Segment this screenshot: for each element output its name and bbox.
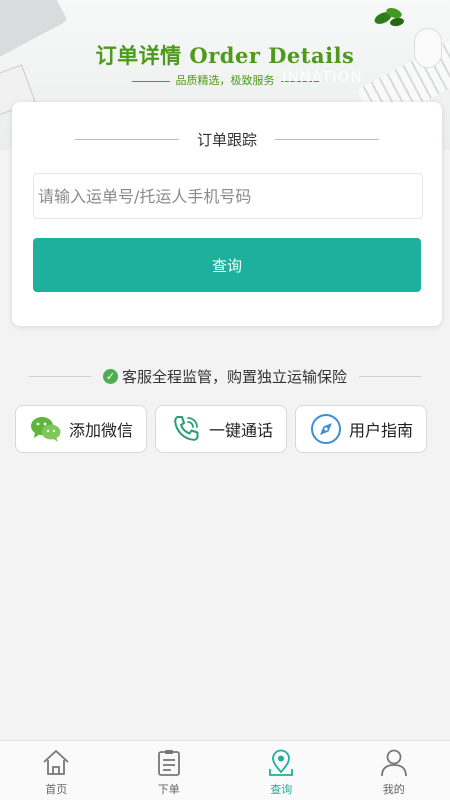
user-icon bbox=[380, 749, 407, 777]
tab-query[interactable]: 查询 bbox=[225, 741, 338, 800]
service-notice: ✓ 客服全程监管，购置独立运输保险 bbox=[0, 364, 450, 388]
banner-title: 订单详情 Order Details bbox=[95, 43, 355, 68]
add-wechat-label: 添加微信 bbox=[68, 421, 133, 440]
location-icon bbox=[269, 749, 294, 776]
tab-profile-label: 我的 bbox=[382, 783, 405, 796]
divider-right bbox=[275, 138, 379, 140]
home-icon bbox=[43, 750, 69, 775]
banner-subtitle-text: 品质精选，极致服务 bbox=[175, 74, 275, 87]
one-click-call-button[interactable]: 一键通话 bbox=[155, 405, 287, 453]
tab-order-label: 下单 bbox=[157, 783, 180, 796]
tracking-number-input[interactable] bbox=[33, 173, 423, 219]
one-click-call-label: 一键通话 bbox=[208, 421, 273, 440]
wechat-icon bbox=[30, 417, 61, 442]
banner-watermark-text: INNATION bbox=[282, 68, 363, 86]
tab-query-label: 查询 bbox=[270, 783, 293, 796]
divider-left bbox=[74, 138, 179, 140]
notice-text: 客服全程监管，购置独立运输保险 bbox=[121, 367, 347, 386]
tab-profile[interactable]: 我的 bbox=[338, 741, 450, 800]
tab-home[interactable]: 首页 bbox=[0, 741, 113, 800]
clipboard-icon bbox=[157, 750, 180, 776]
subtitle-left-line bbox=[131, 80, 170, 82]
notice-content: ✓ 客服全程监管，购置独立运输保险 bbox=[102, 366, 347, 387]
tab-home-label: 首页 bbox=[45, 783, 68, 796]
compass-icon bbox=[310, 414, 341, 444]
plant-decoration bbox=[374, 7, 404, 27]
user-guide-button[interactable]: 用户指南 bbox=[295, 405, 427, 453]
query-button[interactable]: 查询 bbox=[33, 238, 421, 292]
card-header: 订单跟踪 bbox=[12, 128, 442, 150]
notice-left-line bbox=[28, 375, 91, 377]
add-wechat-button[interactable]: 添加微信 bbox=[15, 405, 147, 453]
card-title: 订单跟踪 bbox=[196, 130, 257, 149]
user-guide-label: 用户指南 bbox=[348, 421, 413, 440]
check-icon: ✓ bbox=[102, 368, 118, 384]
notice-right-line bbox=[359, 375, 421, 377]
order-tracking-card: 订单跟踪 查询 bbox=[12, 102, 442, 326]
tab-order[interactable]: 下单 bbox=[113, 741, 226, 800]
banner-subtitle: 品质精选，极致服务 bbox=[0, 72, 450, 88]
phone-icon bbox=[174, 416, 199, 441]
bottom-tab-bar: 首页 下单 查询 我的 bbox=[0, 740, 450, 800]
